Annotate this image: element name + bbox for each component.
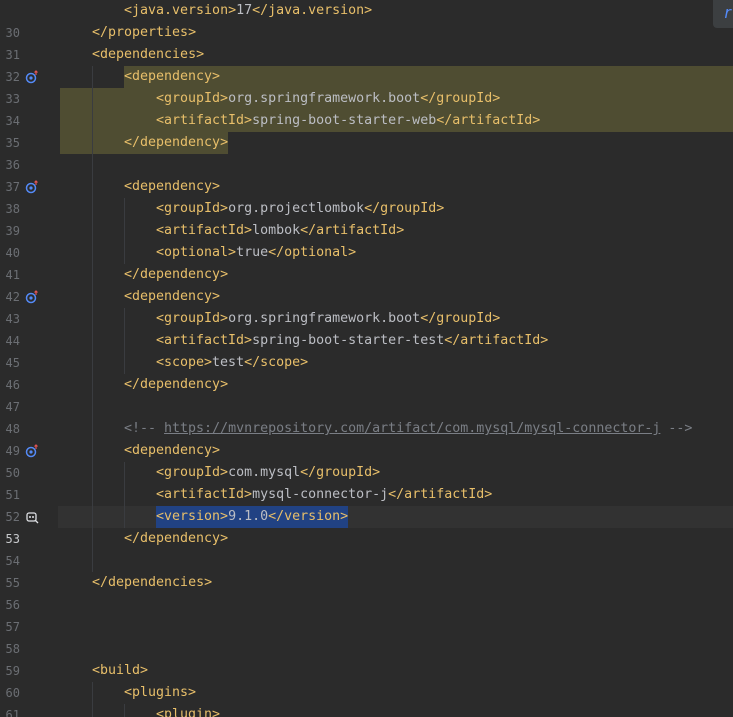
xml-tag: <artifactId> bbox=[156, 113, 253, 128]
code-line: 45 <artifactId>spring-boot-starter-test<… bbox=[0, 330, 733, 370]
xml-tag: <dependency> bbox=[124, 69, 221, 84]
xml-tag: </version> bbox=[268, 509, 349, 524]
xml-value: org.projectlombok bbox=[228, 201, 365, 216]
code-line: 52 <artifactId>mysql-connector-j</artifa… bbox=[0, 484, 733, 524]
xml-tag: <groupId> bbox=[156, 311, 229, 326]
code-line: 57 bbox=[0, 594, 733, 634]
code-line: 50 <dependency> bbox=[0, 440, 733, 480]
xml-value: org.springframework.boot bbox=[228, 91, 421, 106]
xml-tag: </groupId> bbox=[420, 311, 501, 326]
xml-tag: <dependency> bbox=[124, 289, 221, 304]
text-selection: <version>9.1.0</version> bbox=[156, 506, 349, 528]
code-line: 41 <optional>true</optional> bbox=[0, 242, 733, 282]
xml-value: mysql-connector-j bbox=[252, 487, 389, 502]
code-line: 37 bbox=[0, 154, 733, 194]
xml-value: test bbox=[212, 355, 245, 370]
code-line: 43 <dependency> bbox=[0, 286, 733, 326]
code-line: 34 <groupId>org.springframework.boot</gr… bbox=[0, 88, 733, 128]
mvnrepository-link[interactable]: https://mvnrepository.com/artifact/com.m… bbox=[164, 421, 660, 436]
xml-value: lombok bbox=[252, 223, 301, 238]
code-line: 59 bbox=[0, 638, 733, 678]
maven-dependency-icon[interactable] bbox=[25, 70, 39, 84]
xml-comment: <!-- bbox=[124, 421, 165, 436]
code-line: 42 </dependency> bbox=[0, 264, 733, 304]
code-line: 36 </dependency> bbox=[0, 132, 733, 172]
xml-tag: <groupId> bbox=[156, 201, 229, 216]
xml-tag: <scope> bbox=[156, 355, 213, 370]
xml-value: true bbox=[236, 245, 269, 260]
xml-tag: </dependency> bbox=[124, 135, 229, 150]
xml-tag: <version> bbox=[156, 509, 229, 524]
code-line: 51 <groupId>com.mysql</groupId> bbox=[0, 462, 733, 502]
code-line: 30 <java.version>17</java.version> bbox=[0, 0, 733, 40]
xml-tag: <dependency> bbox=[124, 179, 221, 194]
xml-tag: <plugins> bbox=[124, 685, 197, 700]
maven-dependency-icon[interactable] bbox=[25, 444, 39, 458]
xml-tag: </artifactId> bbox=[300, 223, 405, 238]
code-line: 32 <dependencies> bbox=[0, 44, 733, 84]
xml-tag: </dependency> bbox=[124, 267, 229, 282]
xml-tag: <dependency> bbox=[124, 443, 221, 458]
xml-tag: <plugin> bbox=[156, 707, 221, 717]
xml-tag: <java.version> bbox=[124, 3, 237, 18]
xml-tag: </dependency> bbox=[124, 377, 229, 392]
maven-dependency-icon[interactable] bbox=[25, 290, 39, 304]
code-line: 55 bbox=[0, 550, 733, 590]
xml-tag: <groupId> bbox=[156, 91, 229, 106]
code-line: 58 bbox=[0, 616, 733, 656]
xml-tag: <artifactId> bbox=[156, 333, 253, 348]
xml-tag: <artifactId> bbox=[156, 487, 253, 502]
xml-tag: </groupId> bbox=[300, 465, 381, 480]
xml-tag: <build> bbox=[92, 663, 149, 678]
code-line: 33 <dependency> bbox=[0, 66, 733, 106]
xml-tag: <dependencies> bbox=[92, 47, 205, 62]
xml-tag: </scope> bbox=[244, 355, 309, 370]
xml-value: 17 bbox=[236, 3, 253, 18]
xml-value: spring-boot-starter-test bbox=[252, 333, 445, 348]
code-line: 60 <build> bbox=[0, 660, 733, 700]
xml-tag: <groupId> bbox=[156, 465, 229, 480]
xml-value: org.springframework.boot bbox=[228, 311, 421, 326]
xml-tag: </properties> bbox=[92, 25, 197, 40]
xml-value: 9.1.0 bbox=[228, 509, 269, 524]
xml-tag: </artifactId> bbox=[436, 113, 541, 128]
code-line: 40 <artifactId>lombok</artifactId> bbox=[0, 220, 733, 260]
xml-value: com.mysql bbox=[228, 465, 301, 480]
code-line: 54 </dependency> bbox=[0, 528, 733, 568]
code-line: 62 <plugin> bbox=[0, 704, 733, 717]
code-line: 61 <plugins> bbox=[0, 682, 733, 717]
ai-assistant-icon[interactable] bbox=[25, 510, 39, 524]
code-line: 44 <groupId>org.springframework.boot</gr… bbox=[0, 308, 733, 348]
xml-tag: <optional> bbox=[156, 245, 237, 260]
xml-tag: <artifactId> bbox=[156, 223, 253, 238]
code-line: 47 </dependency> bbox=[0, 374, 733, 414]
xml-tag: </optional> bbox=[268, 245, 357, 260]
xml-comment: --> bbox=[660, 421, 693, 436]
code-line: 49 <!-- https://mvnrepository.com/artifa… bbox=[0, 418, 733, 458]
xml-tag: </artifactId> bbox=[388, 487, 493, 502]
xml-value: spring-boot-starter-web bbox=[252, 113, 437, 128]
code-editor[interactable]: r 30 <java.version>17</java.version> 31 … bbox=[0, 0, 733, 717]
xml-tag: </groupId> bbox=[364, 201, 445, 216]
code-line: 53 <version>9.1.0</version> bbox=[0, 506, 733, 546]
maven-dependency-icon[interactable] bbox=[25, 180, 39, 194]
code-line: 48 bbox=[0, 396, 733, 436]
xml-tag: </artifactId> bbox=[444, 333, 549, 348]
xml-tag: </groupId> bbox=[420, 91, 501, 106]
xml-tag: </java.version> bbox=[252, 3, 373, 18]
code-line: 56 </dependencies> bbox=[0, 572, 733, 612]
code-line: 31 </properties> bbox=[0, 22, 733, 62]
code-line: 38 <dependency> bbox=[0, 176, 733, 216]
code-line: 39 <groupId>org.projectlombok</groupId> bbox=[0, 198, 733, 238]
code-line: 46 <scope>test</scope> bbox=[0, 352, 733, 392]
code-line: 35 <artifactId>spring-boot-starter-web</… bbox=[0, 110, 733, 150]
xml-tag: </dependencies> bbox=[92, 575, 213, 590]
xml-tag: </dependency> bbox=[124, 531, 229, 546]
